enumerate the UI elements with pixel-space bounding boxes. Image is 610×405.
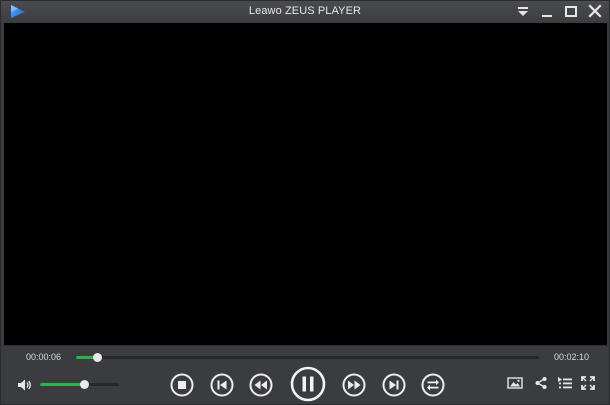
current-time: 00:00:06 (26, 352, 62, 362)
pause-button[interactable] (290, 366, 326, 402)
share-button[interactable] (534, 376, 548, 390)
next-icon (382, 373, 406, 397)
control-bar: 00:00:06 00:02:10 (1, 345, 609, 404)
fullscreen-icon (581, 376, 595, 390)
seek-bar-thumb[interactable] (93, 353, 103, 362)
pause-icon (290, 366, 326, 402)
playlist-button[interactable] (557, 376, 573, 390)
title-bar[interactable]: Leawo ZEUS PLAYER (1, 1, 609, 22)
maximize-icon[interactable] (562, 3, 580, 20)
minimize-icon[interactable] (538, 3, 556, 20)
player-window: Leawo ZEUS PLAYER 00:00:06 00:02:10 (0, 0, 610, 405)
fast-forward-button[interactable] (342, 373, 366, 397)
fullscreen-button[interactable] (581, 376, 595, 390)
total-time: 00:02:10 (554, 352, 590, 362)
rewind-icon (249, 373, 273, 397)
share-icon (535, 377, 547, 389)
snapshot-button[interactable] (507, 376, 523, 390)
seek-bar[interactable] (76, 353, 539, 362)
stop-button[interactable] (170, 373, 194, 397)
rewind-button[interactable] (249, 373, 273, 397)
repeat-button[interactable] (421, 373, 445, 397)
menu-dropdown-icon[interactable] (514, 3, 532, 20)
volume-icon[interactable] (17, 378, 33, 392)
video-display[interactable] (4, 23, 607, 345)
volume-slider-thumb[interactable] (80, 380, 90, 389)
fast-forward-icon (342, 373, 366, 397)
playlist-icon (558, 377, 572, 389)
stop-icon (170, 373, 194, 397)
next-button[interactable] (382, 373, 406, 397)
snapshot-icon (507, 377, 523, 389)
volume-slider-level (40, 383, 85, 386)
volume-slider[interactable] (40, 380, 119, 389)
previous-button[interactable] (210, 373, 234, 397)
close-icon[interactable] (586, 3, 604, 20)
previous-icon (210, 373, 234, 397)
repeat-icon (421, 373, 445, 397)
